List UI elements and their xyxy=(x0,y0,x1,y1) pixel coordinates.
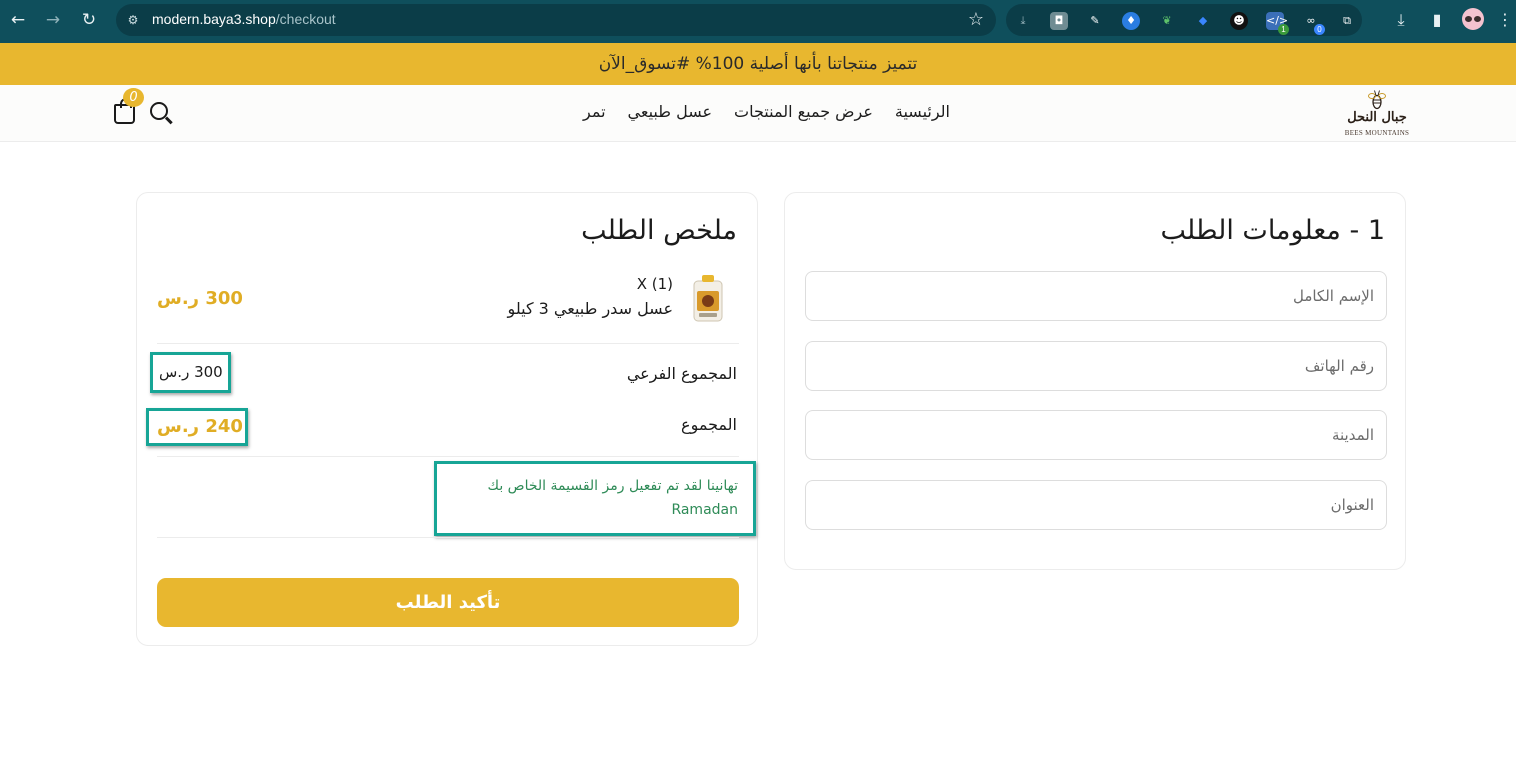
cart-count-badge: 0 xyxy=(123,88,144,107)
subtotal-value: 300 ر.س xyxy=(159,363,223,381)
tag-ext-icon[interactable]: ◆ xyxy=(1194,12,1212,30)
site-logo[interactable]: جبال النحل BEES MOUNTAINS xyxy=(1338,87,1416,141)
search-icon[interactable] xyxy=(150,102,168,120)
ghost-ext-icon[interactable]: ☻ xyxy=(1230,12,1248,30)
announcement-bar: تتميز منتجاتنا بأنها أصلية 100% #تسوق_ال… xyxy=(0,43,1516,85)
nav-all-products[interactable]: عرض جميع المنتجات xyxy=(734,102,873,121)
browser-toolbar: ← → ↻ ⚙ modern.baya3.shop/checkout ☆ ⤓ ◘… xyxy=(0,0,1516,43)
url-text[interactable]: modern.baya3.shop/checkout xyxy=(152,11,336,27)
order-info-card: 1 - معلومات الطلب xyxy=(784,192,1406,570)
order-info-title: 1 - معلومات الطلب xyxy=(1160,215,1386,246)
city-field[interactable] xyxy=(805,410,1387,460)
nav-home[interactable]: الرئيسية xyxy=(895,102,950,121)
download-ext-icon[interactable]: ⤓ xyxy=(1014,12,1032,30)
order-summary-title: ملخص الطلب xyxy=(581,215,737,246)
reload-icon[interactable]: ↻ xyxy=(78,9,100,31)
chain-ext-badge: 0 xyxy=(1314,24,1325,35)
menu-kebab-icon[interactable]: ⋮ xyxy=(1497,9,1513,31)
subtotal-label: المجموع الفرعي xyxy=(626,364,737,383)
product-price: 300 ر.س xyxy=(157,288,243,309)
divider xyxy=(157,537,739,538)
nav-natural-honey[interactable]: عسل طبيعي xyxy=(628,102,712,121)
subtotal-highlight-box: 300 ر.س xyxy=(150,352,231,393)
coupon-code: Ramadan xyxy=(671,502,738,518)
puzzle-extensions-icon[interactable]: ⧉ xyxy=(1338,12,1356,30)
back-icon[interactable]: ← xyxy=(7,9,29,31)
address-field[interactable] xyxy=(805,480,1387,530)
city-input[interactable] xyxy=(806,411,1386,459)
coupon-highlight-box: تهانينا لقد تم تفعيل رمز القسيمة الخاص ب… xyxy=(434,461,756,536)
total-value: 240 ر.س xyxy=(157,416,243,437)
coupon-success-message: تهانينا لقد تم تفعيل رمز القسيمة الخاص ب… xyxy=(438,474,738,522)
camera-ext-icon[interactable]: ◘ xyxy=(1050,12,1068,30)
nav-dates[interactable]: تمر xyxy=(583,102,606,121)
phone-input[interactable] xyxy=(806,342,1386,390)
main-nav: الرئيسية عرض جميع المنتجات عسل طبيعي تمر xyxy=(570,102,950,121)
total-label: المجموع xyxy=(681,415,737,434)
confirm-order-button[interactable]: تأكيد الطلب xyxy=(157,578,739,627)
cart-icon[interactable] xyxy=(114,98,135,124)
site-header: الرئيسية عرض جميع المنتجات عسل طبيعي تمر… xyxy=(0,85,1516,142)
code-ext-icon[interactable]: </> 1 xyxy=(1266,12,1289,35)
full-name-input[interactable] xyxy=(806,272,1386,320)
leaf-ext-icon[interactable]: ❦ xyxy=(1158,12,1176,30)
downloads-icon[interactable]: ⤓ xyxy=(1390,9,1412,31)
address-bar[interactable]: ⚙ modern.baya3.shop/checkout ☆ xyxy=(116,4,996,36)
bee-logo-icon xyxy=(1368,90,1386,110)
product-name: عسل سدر طبيعي 3 كيلو xyxy=(507,299,673,318)
announcement-text: تتميز منتجاتنا بأنها أصلية 100% #تسوق_ال… xyxy=(598,54,918,74)
full-name-field[interactable] xyxy=(805,271,1387,321)
logo-english-text: BEES MOUNTAINS xyxy=(1344,129,1410,137)
coupon-message-text: تهانينا لقد تم تفعيل رمز القسيمة الخاص ب… xyxy=(487,478,738,494)
chain-ext-icon[interactable]: ∞ 0 xyxy=(1302,12,1325,35)
url-host: modern.baya3.shop xyxy=(152,11,276,27)
forward-icon[interactable]: → xyxy=(42,9,64,31)
address-input[interactable] xyxy=(806,481,1386,529)
profile-avatar-icon[interactable] xyxy=(1462,8,1484,30)
order-summary-card: ملخص الطلب X (1) عسل سدر طبيعي 3 كيلو 30… xyxy=(136,192,758,646)
extensions-group: ⤓ ◘ ✎ ♦ ❦ ◆ ☻ </> 1 ∞ 0 ⧉ xyxy=(1006,4,1362,36)
site-settings-icon[interactable]: ⚙ xyxy=(124,11,142,29)
divider xyxy=(157,456,739,457)
product-quantity: X (1) xyxy=(636,275,673,293)
code-ext-badge: 1 xyxy=(1278,24,1289,35)
bookmark-star-icon[interactable]: ☆ xyxy=(968,9,984,30)
phone-field[interactable] xyxy=(805,341,1387,391)
total-highlight-box: 240 ر.س xyxy=(146,408,248,446)
divider xyxy=(157,343,739,344)
eyedropper-ext-icon[interactable]: ✎ xyxy=(1086,12,1104,30)
drop-ext-icon[interactable]: ♦ xyxy=(1122,12,1140,30)
product-image xyxy=(693,275,723,322)
url-path: /checkout xyxy=(275,11,336,27)
logo-arabic-text: جبال النحل xyxy=(1347,110,1407,125)
side-panel-icon[interactable]: ▮ xyxy=(1426,9,1448,31)
